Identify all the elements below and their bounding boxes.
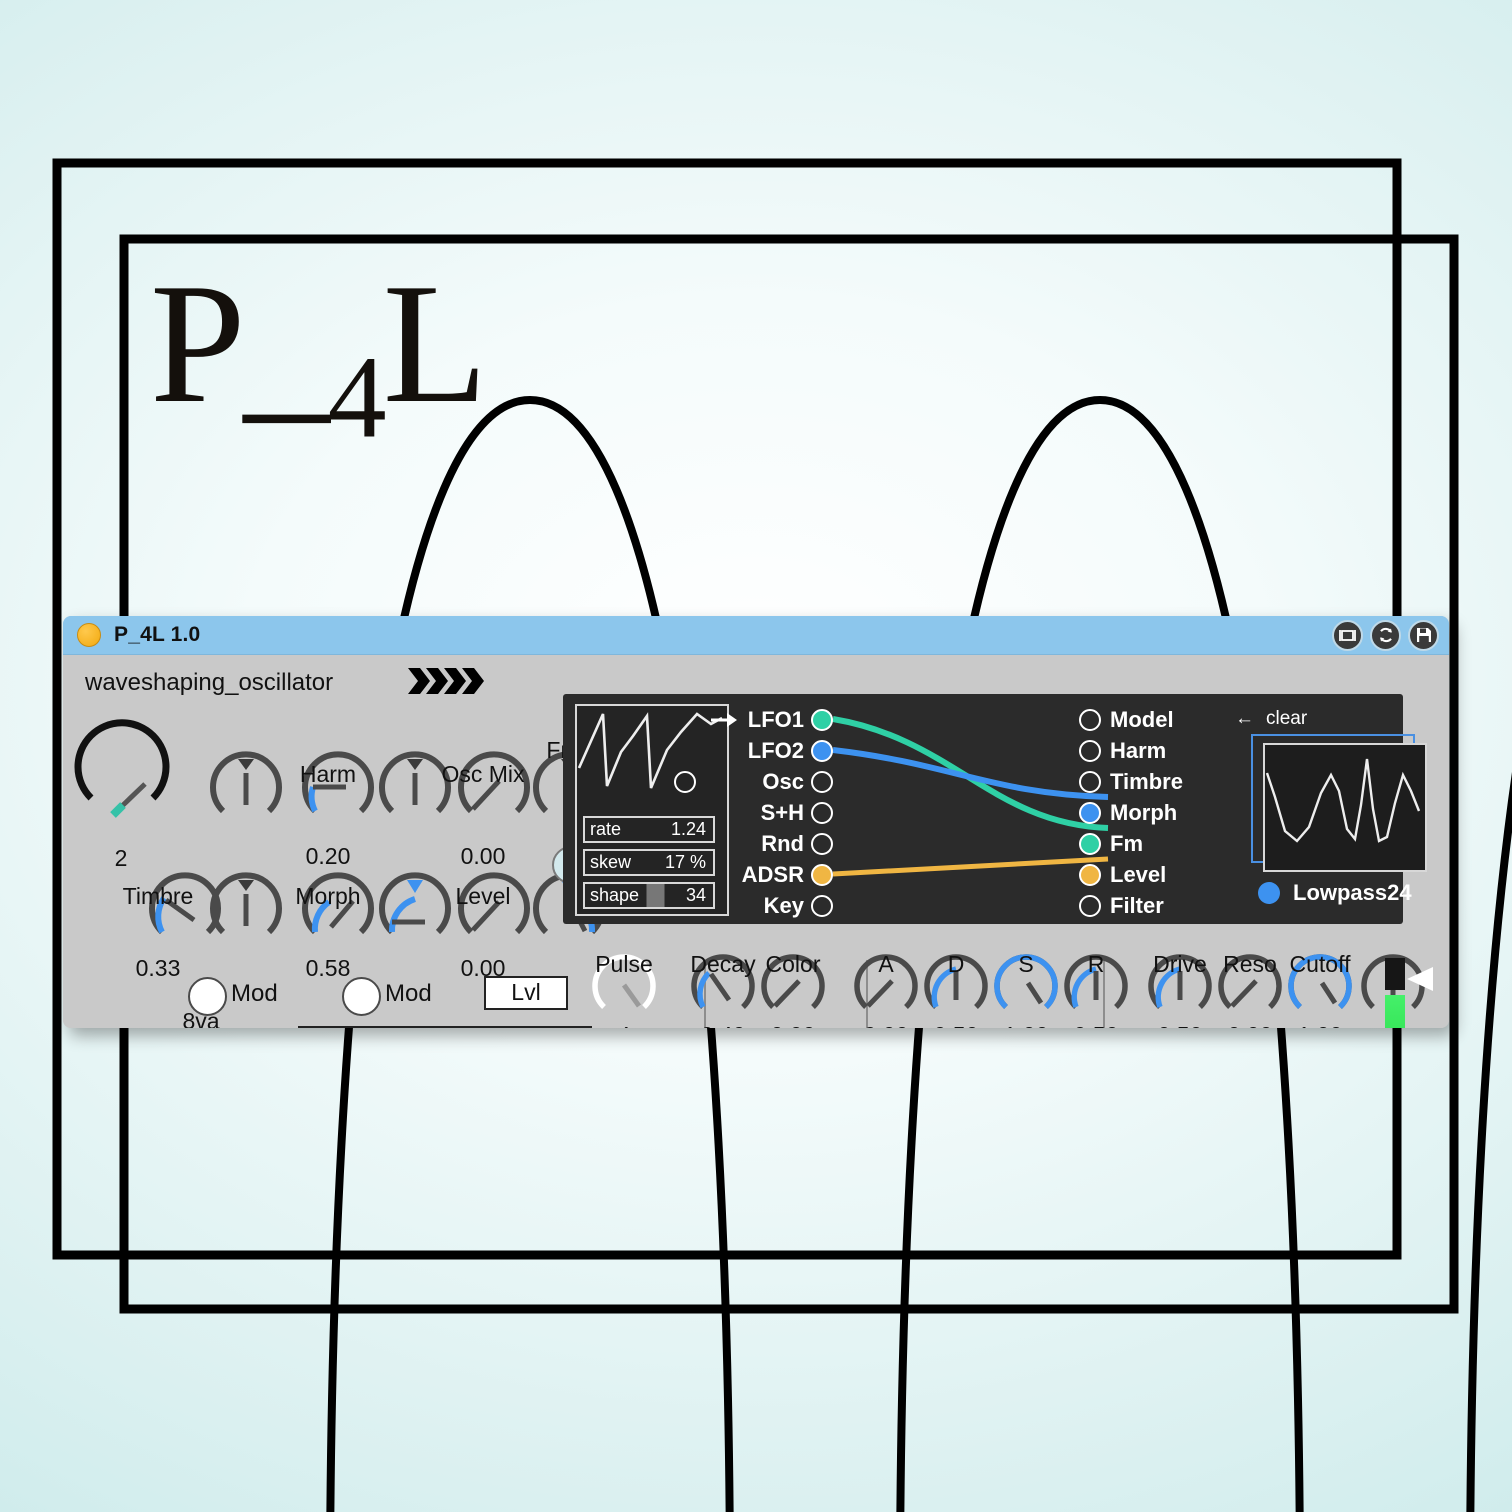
source-port-adsr[interactable] bbox=[811, 863, 833, 886]
output-meter-head bbox=[1385, 958, 1405, 990]
dest-row-morph[interactable]: Morph bbox=[1079, 797, 1183, 828]
lfo-rate-value: 1.24 bbox=[670, 819, 706, 839]
source-port-key[interactable] bbox=[811, 894, 833, 917]
model-value: 2 bbox=[114, 845, 128, 871]
source-row-lfo2[interactable]: LFO2 bbox=[733, 735, 833, 766]
source-row-sh[interactable]: S+H bbox=[733, 797, 833, 828]
dest-label-morph: Morph bbox=[1110, 799, 1178, 825]
source-port-lfo2[interactable] bbox=[811, 739, 833, 762]
source-label-lfo1: LFO1 bbox=[747, 706, 804, 732]
fit-window-icon[interactable] bbox=[1332, 619, 1363, 651]
harm-value: 0.20 bbox=[305, 843, 351, 869]
source-row-rnd[interactable]: Rnd bbox=[733, 828, 833, 859]
cutoff-label: Cutoff bbox=[1289, 951, 1351, 977]
reload-icon[interactable] bbox=[1370, 619, 1401, 651]
lfo-shape-label: shape bbox=[590, 885, 640, 905]
lfo-shape-field[interactable]: shape 34 bbox=[583, 882, 715, 909]
dest-port-filter[interactable] bbox=[1079, 894, 1101, 917]
timbre-value: 0.33 bbox=[135, 955, 181, 981]
lvl-button[interactable]: Lvl bbox=[484, 976, 568, 1011]
meter-marker-icon[interactable] bbox=[1405, 965, 1435, 993]
modulation-panel: rate 1.24 skew 17 % shape 34 LFO1 LFO2 O… bbox=[563, 694, 1427, 924]
dest-label-model: Model bbox=[1110, 706, 1174, 732]
source-row-key[interactable]: Key bbox=[733, 890, 833, 921]
source-port-rnd[interactable] bbox=[811, 832, 833, 855]
source-row-lfo1[interactable]: LFO1 bbox=[733, 704, 833, 735]
dest-port-level[interactable] bbox=[1079, 863, 1101, 886]
clear-button[interactable]: ← clear bbox=[1235, 708, 1307, 730]
source-row-osc[interactable]: Osc bbox=[674, 766, 833, 797]
color-value: 0.00 bbox=[748, 1022, 838, 1028]
dest-row-timbre[interactable]: Timbre bbox=[1079, 766, 1183, 797]
dest-port-fm[interactable] bbox=[1079, 832, 1101, 855]
page-title-logo: P_4L bbox=[150, 258, 488, 456]
lfo-shape-value: 34 bbox=[685, 885, 706, 905]
dest-port-model[interactable] bbox=[1079, 708, 1101, 731]
window-titlebar: P_4L 1.0 bbox=[63, 616, 1449, 655]
dest-label-fm: Fm bbox=[1110, 830, 1143, 856]
mod-toggle-1-label: Mod bbox=[231, 980, 278, 1007]
logo-subscript: 4 bbox=[327, 331, 387, 463]
wavetable-scope-front bbox=[1263, 743, 1427, 872]
mod-toggle-2[interactable] bbox=[342, 977, 381, 1016]
source-label-osc: Osc bbox=[762, 768, 804, 794]
dest-row-fm[interactable]: Fm bbox=[1079, 828, 1183, 859]
source-port-osc[interactable] bbox=[811, 770, 833, 793]
pulse-value: 4 bbox=[579, 1022, 669, 1028]
dest-row-level[interactable]: Level bbox=[1079, 859, 1183, 890]
dest-port-timbre[interactable] bbox=[1079, 770, 1101, 793]
dest-row-filter[interactable]: Filter bbox=[1079, 890, 1183, 921]
source-label-adsr: ADSR bbox=[741, 861, 804, 887]
dest-row-model[interactable]: Model bbox=[1079, 704, 1183, 735]
dest-label-filter: Filter bbox=[1110, 892, 1164, 918]
source-label-lfo2: LFO2 bbox=[747, 737, 804, 763]
release-value: 0.50 bbox=[1051, 1022, 1141, 1028]
modulation-source-list: LFO1 LFO2 Osc S+H Rnd ADSR Key bbox=[674, 704, 833, 921]
dest-label-timbre: Timbre bbox=[1110, 768, 1183, 794]
lfo-skew-value: 17 % bbox=[664, 852, 706, 872]
filter-type-row[interactable]: Lowpass24 bbox=[1258, 880, 1412, 906]
lfo-skew-label: skew bbox=[590, 852, 632, 872]
dest-row-harm[interactable]: Harm bbox=[1079, 735, 1183, 766]
lfo-output-arrow-icon bbox=[711, 713, 737, 727]
logo-tail: L bbox=[382, 249, 488, 439]
clear-arrow-icon: ← bbox=[1235, 708, 1254, 729]
source-left-port-osc[interactable] bbox=[674, 771, 696, 793]
source-row-adsr[interactable]: ADSR bbox=[733, 859, 833, 890]
cutoff-value: 1.00 bbox=[1275, 1022, 1365, 1028]
mod-toggle-2-label: Mod bbox=[385, 980, 432, 1007]
dest-port-morph[interactable] bbox=[1079, 801, 1101, 824]
octave-label: 8va bbox=[182, 1008, 220, 1028]
output-meter-bar bbox=[1385, 995, 1405, 1028]
morph-label: Morph bbox=[295, 883, 361, 909]
save-icon[interactable] bbox=[1408, 619, 1439, 651]
oscmix-value: 0.00 bbox=[460, 843, 506, 869]
source-port-sh[interactable] bbox=[811, 801, 833, 824]
clear-label: clear bbox=[1266, 708, 1308, 729]
dest-label-harm: Harm bbox=[1110, 737, 1167, 763]
level-label: Level bbox=[455, 883, 511, 909]
plugin-window: P_4L 1.0 waveshaping_oscillator Harm Osc… bbox=[63, 616, 1449, 1028]
filter-type-label: Lowpass24 bbox=[1293, 880, 1412, 905]
filter-type-dot bbox=[1258, 882, 1280, 904]
harm-label: Harm bbox=[299, 761, 357, 787]
timbre-label: Timbre bbox=[122, 883, 194, 909]
lfo-skew-field[interactable]: skew 17 % bbox=[583, 849, 715, 876]
plugin-body: waveshaping_oscillator Harm Osc Mix Timb… bbox=[63, 655, 1449, 1028]
dest-port-harm[interactable] bbox=[1079, 739, 1101, 762]
modulation-destination-list: Model Harm Timbre Morph Fm Level Filter bbox=[1079, 704, 1183, 921]
oscmix-label: Osc Mix bbox=[441, 761, 525, 787]
screenshot-root: P_4L P_4L 1.0 waveshaping_oscillator Har… bbox=[0, 0, 1512, 1512]
window-title: P_4L 1.0 bbox=[114, 623, 201, 646]
source-label-key: Key bbox=[763, 892, 804, 918]
source-label-sh: S+H bbox=[760, 799, 804, 825]
logo-main: P_ bbox=[150, 249, 330, 439]
lfo-rate-field[interactable]: rate 1.24 bbox=[583, 816, 715, 843]
lfo-rate-label: rate bbox=[590, 819, 622, 839]
status-dot bbox=[77, 623, 101, 647]
source-label-rnd: Rnd bbox=[761, 830, 804, 856]
dest-label-level: Level bbox=[1110, 861, 1167, 887]
source-port-lfo1[interactable] bbox=[811, 708, 833, 731]
